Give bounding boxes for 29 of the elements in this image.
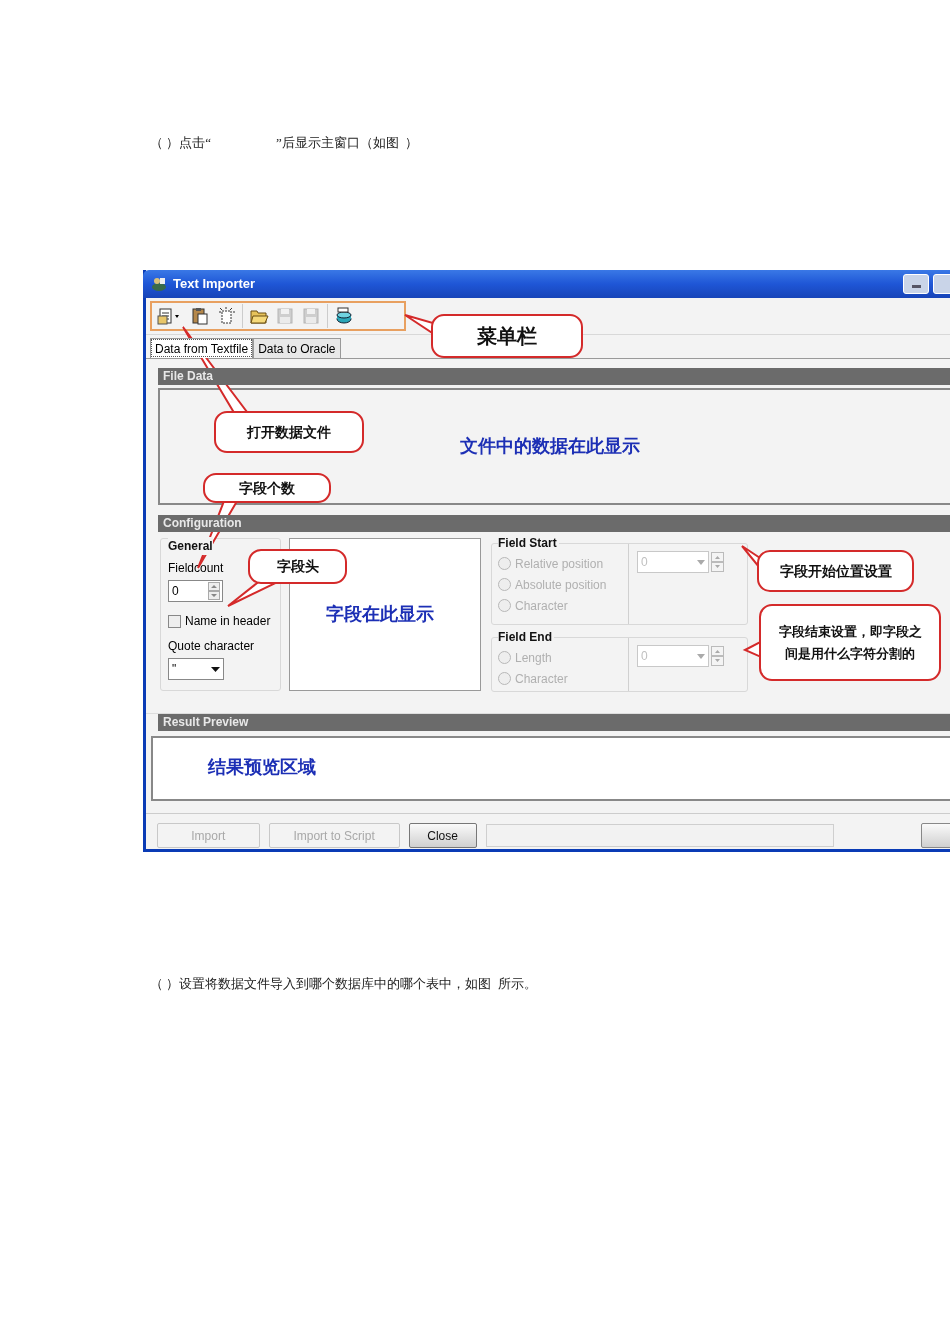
callout-text: 打开数据文件 [247,422,331,442]
radio-label: Character [515,597,568,615]
callout-text: 字段头 [276,557,319,576]
quote-combo[interactable]: " [168,658,224,680]
annotation-text: 字段在此显示 [326,603,434,626]
radio-label: Length [515,649,552,667]
tab[interactable]: Data to Oracle [253,338,341,358]
radio-label: Absolute position [515,576,607,594]
window-title: Text Importer [173,275,256,294]
field-label: Quote character [168,638,255,655]
radio-label: Character [515,670,568,688]
section-header: Result Preview [158,714,950,731]
tab[interactable]: Data from Textfile [150,338,254,358]
document-paragraph: （ ）点击“ ”后显示主窗口（如图 ） [150,134,420,152]
callout-text: 菜单栏 [477,324,537,349]
callout-text: 字段开始位置设置 [779,561,892,581]
callout-text: 字段结束设置，即字段之间是用什么字符分割的 [777,622,923,663]
dialog-button[interactable]: Close [408,823,477,848]
radio-label: Relative position [515,555,604,573]
annotation-text: 文件中的数据在此显示 [460,435,640,458]
annotation-text: 结果预览区域 [208,757,316,777]
document-paragraph: （ ）设置将数据文件导入到哪个数据库中的哪个表中，如图 所示。 [150,975,538,993]
section-header: Configuration [158,515,950,532]
field-label: Fieldcount [168,560,224,577]
checkbox-label: Name in header [185,613,271,630]
section-header: File Data [158,368,950,385]
group-title: General [168,537,213,555]
callout-text: 字段个数 [239,478,295,498]
fieldcount-spinner[interactable]: 0 [168,580,223,602]
